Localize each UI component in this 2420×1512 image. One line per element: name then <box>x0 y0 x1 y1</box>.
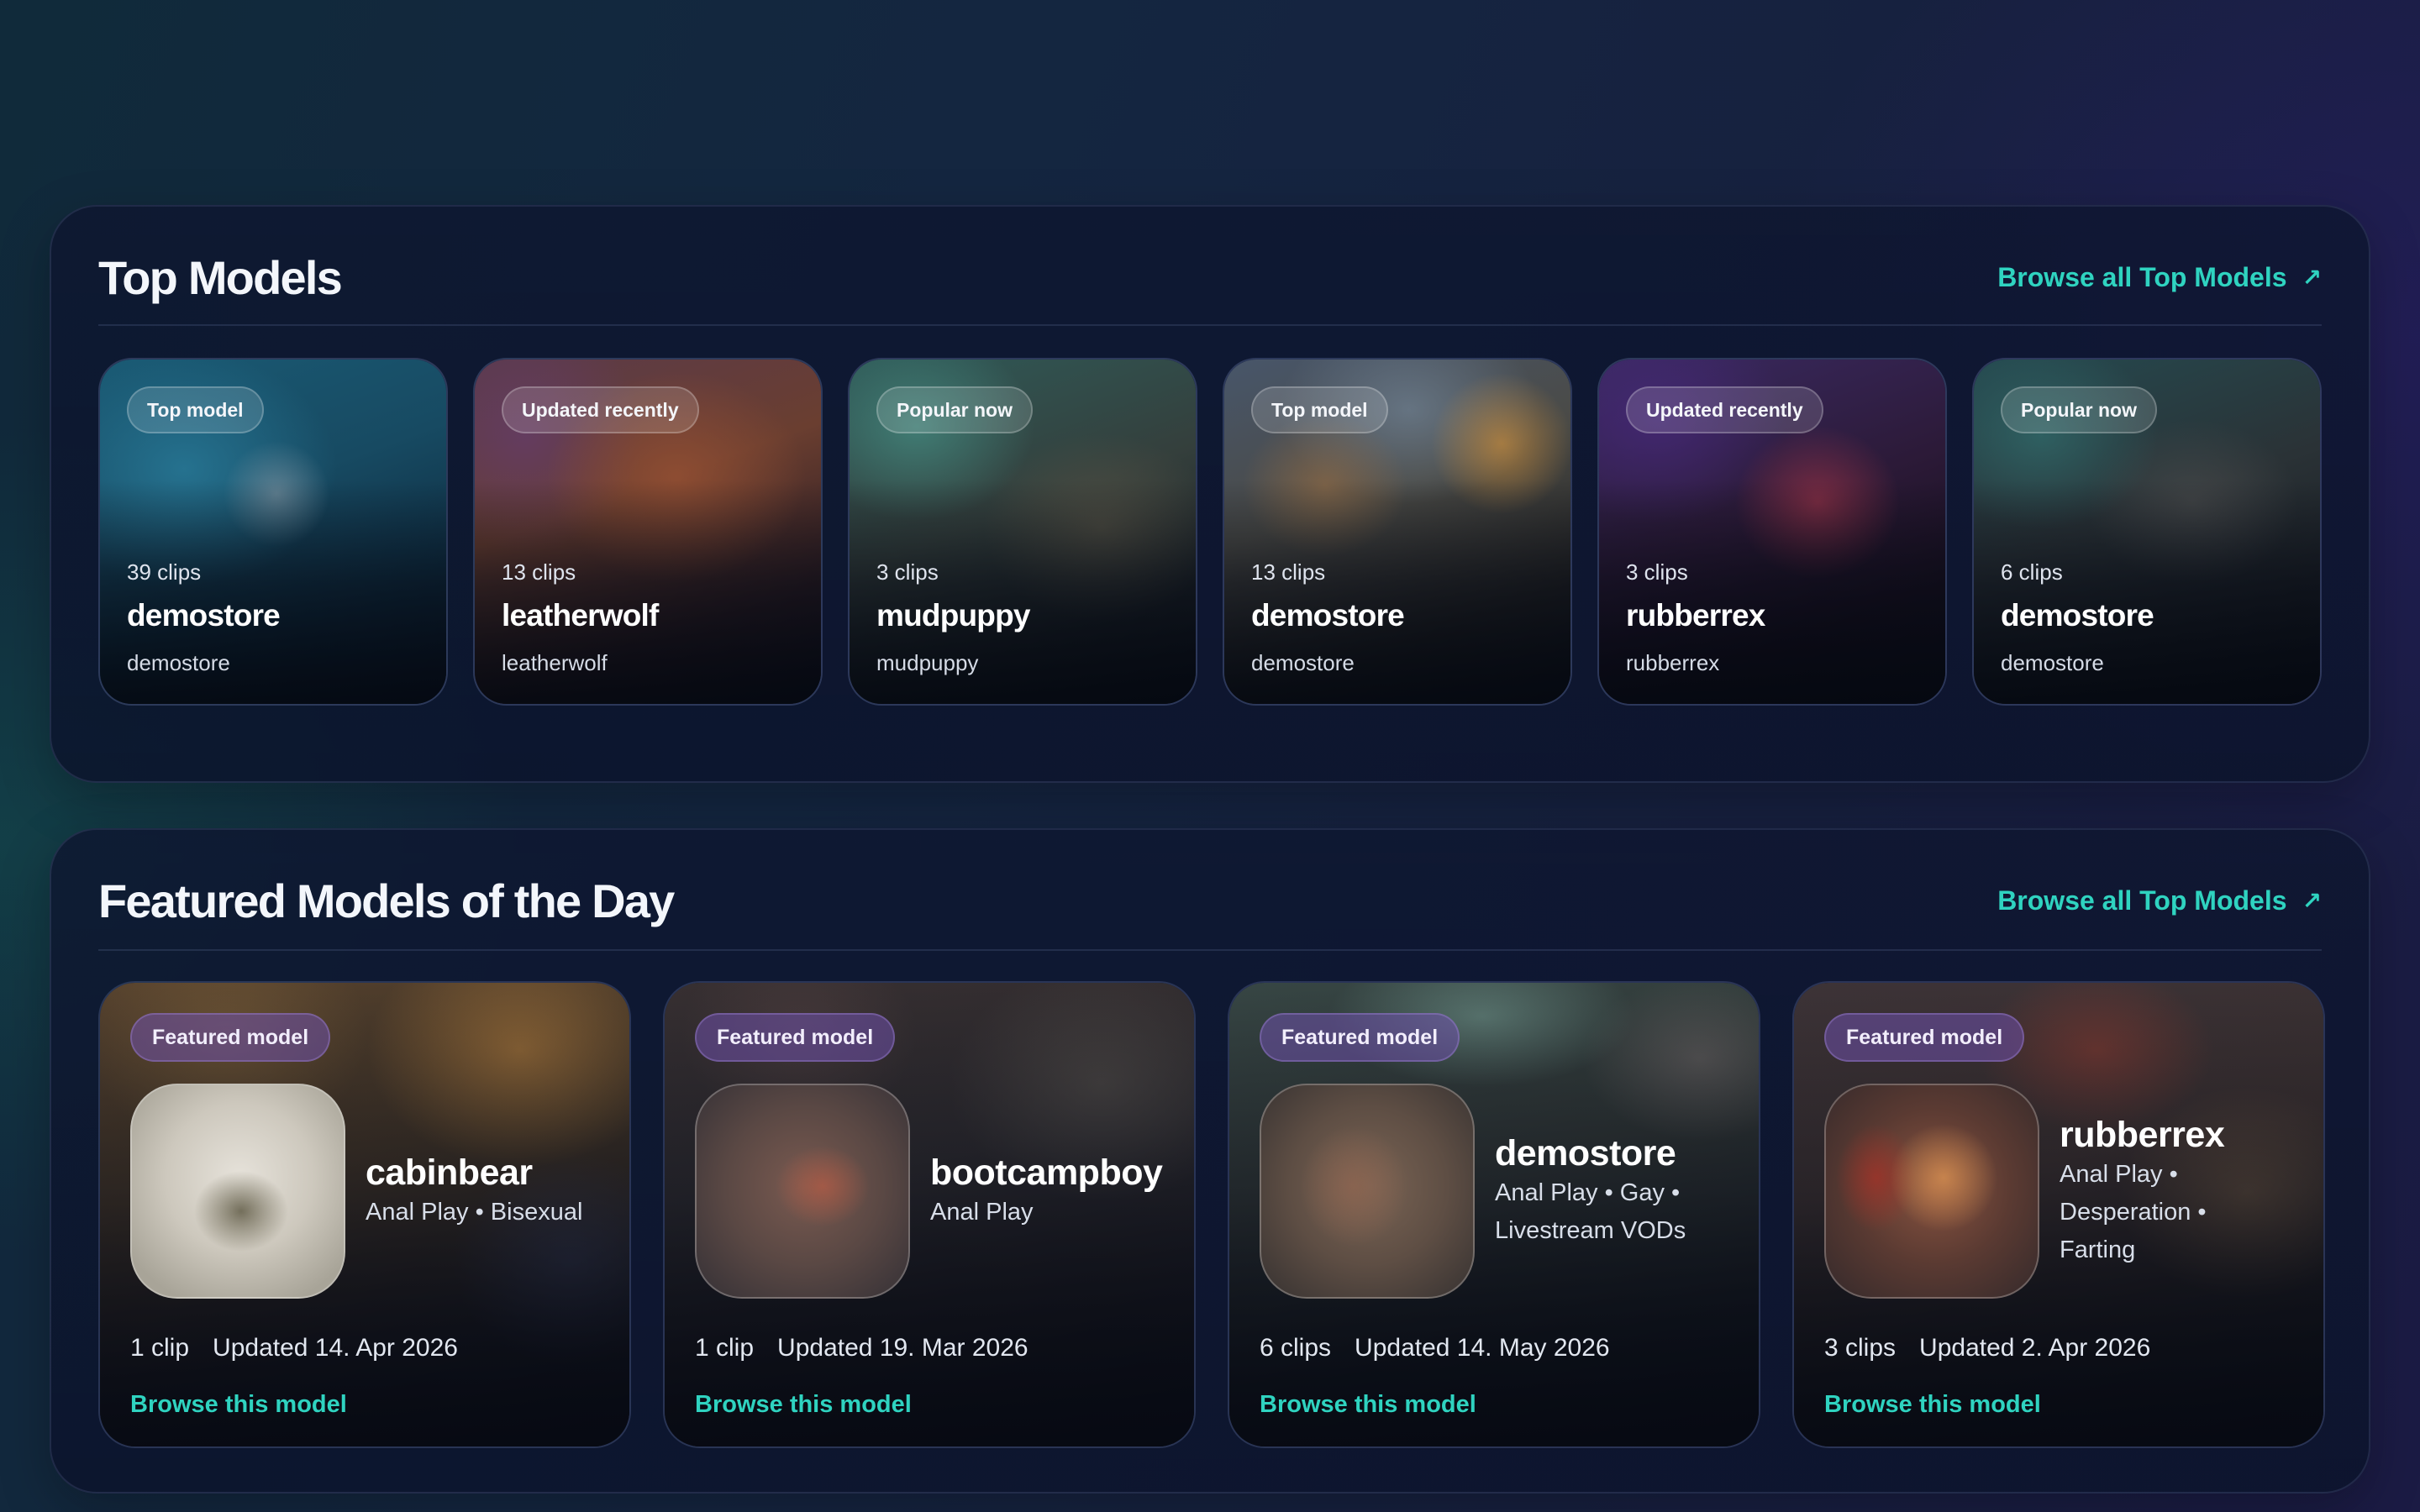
model-name: rubberrex <box>1626 598 1765 633</box>
model-name: demostore <box>1251 598 1405 633</box>
featured-tag: Featured model <box>695 1013 896 1062</box>
featured-tag: Featured model <box>1260 1013 1460 1062</box>
model-card[interactable]: Top model 13 clips demostore demostore <box>1223 358 1572 706</box>
model-handle: rubberrex <box>1626 650 1720 675</box>
browse-this-model-link[interactable]: Browse this model <box>130 1391 347 1419</box>
card-tag: Updated recently <box>502 386 699 433</box>
model-card[interactable]: Updated recently 13 clips leatherwolf le… <box>473 358 823 706</box>
model-name: demostore <box>127 598 281 633</box>
model-card[interactable]: Popular now 3 clips mudpuppy mudpuppy <box>848 358 1197 706</box>
featured-tag: Featured model <box>1824 1013 2025 1062</box>
clip-count: 39 clips <box>127 559 202 585</box>
browse-this-model-link[interactable]: Browse this model <box>695 1391 912 1419</box>
browse-all-label: Browse all Top Models <box>1997 885 2287 916</box>
model-categories: Anal Play • Gay • Livestream VODs <box>1495 1179 1686 1244</box>
card-tag: Top model <box>1251 386 1388 433</box>
clip-count: 1 clip <box>130 1334 190 1362</box>
model-categories: Anal Play • Bisexual <box>366 1198 583 1226</box>
clip-count: 3 clips <box>1626 559 1688 585</box>
model-name: mudpuppy <box>876 598 1030 633</box>
card-tag: Updated recently <box>1626 386 1823 433</box>
updated-date: Updated 2. Apr 2026 <box>1919 1334 2151 1362</box>
model-handle: mudpuppy <box>876 650 979 675</box>
arrow-up-right-icon: ↗ <box>2302 264 2322 291</box>
clip-count: 13 clips <box>502 559 576 585</box>
clip-count: 13 clips <box>1251 559 1326 585</box>
model-handle: demostore <box>2001 650 2104 675</box>
featured-models-section: Featured Models of the Day Browse all To… <box>50 828 2370 1494</box>
featured-tag: Featured model <box>130 1013 331 1062</box>
updated-date: Updated 19. Mar 2026 <box>777 1334 1028 1362</box>
arrow-up-right-icon: ↗ <box>2302 887 2322 914</box>
top-models-section: Top Models Browse all Top Models ↗ Top m… <box>50 205 2370 783</box>
updated-date: Updated 14. May 2026 <box>1355 1334 1610 1362</box>
model-card[interactable]: Updated recently 3 clips rubberrex rubbe… <box>1597 358 1947 706</box>
browse-all-top-models-link[interactable]: Browse all Top Models ↗ <box>1997 262 2322 293</box>
browse-this-model-link[interactable]: Browse this model <box>1260 1391 1476 1419</box>
avatar <box>1824 1084 2039 1299</box>
top-models-title: Top Models <box>98 251 343 304</box>
avatar <box>1260 1084 1475 1299</box>
browse-this-model-link[interactable]: Browse this model <box>1824 1391 2041 1419</box>
model-categories: Anal Play • Desperation • Farting <box>2060 1160 2207 1263</box>
top-models-header: Top Models Browse all Top Models ↗ <box>98 207 2322 326</box>
model-name: demostore <box>2001 598 2154 633</box>
model-name: bootcampboy <box>930 1152 1163 1193</box>
clip-count: 6 clips <box>2001 559 2063 585</box>
model-handle: leatherwolf <box>502 650 608 675</box>
clip-count: 3 clips <box>876 559 939 585</box>
model-card[interactable]: Top model 39 clips demostore demostore <box>98 358 448 706</box>
model-name: rubberrex <box>2060 1114 2225 1155</box>
card-tag: Popular now <box>876 386 1033 433</box>
model-card[interactable]: Popular now 6 clips demostore demostore <box>1972 358 2322 706</box>
model-categories: Anal Play <box>930 1198 1034 1226</box>
featured-model-card[interactable]: Featured model cabinbear Anal Play • Bis… <box>98 981 631 1448</box>
model-name: cabinbear <box>366 1152 533 1193</box>
featured-model-card[interactable]: Featured model bootcampboy Anal Play 1 c… <box>663 981 1196 1448</box>
featured-models-title: Featured Models of the Day <box>98 874 675 927</box>
avatar <box>130 1084 345 1299</box>
featured-models-list: Featured model cabinbear Anal Play • Bis… <box>98 981 2325 1448</box>
model-name: demostore <box>1495 1133 1676 1173</box>
model-handle: demostore <box>127 650 230 675</box>
featured-models-header: Featured Models of the Day Browse all To… <box>98 830 2322 951</box>
clip-count: 6 clips <box>1260 1334 1332 1362</box>
model-name: leatherwolf <box>502 598 659 633</box>
clip-count: 1 clip <box>695 1334 755 1362</box>
clip-count: 3 clips <box>1824 1334 1897 1362</box>
card-tag: Popular now <box>2001 386 2157 433</box>
avatar <box>695 1084 910 1299</box>
featured-model-card[interactable]: Featured model rubberrex Anal Play • Des… <box>1792 981 2325 1448</box>
browse-all-top-models-link[interactable]: Browse all Top Models ↗ <box>1997 885 2322 916</box>
updated-date: Updated 14. Apr 2026 <box>213 1334 458 1362</box>
browse-all-label: Browse all Top Models <box>1997 262 2287 292</box>
top-models-list: Top model 39 clips demostore demostore U… <box>98 358 2322 706</box>
featured-model-card[interactable]: Featured model demostore Anal Play • Gay… <box>1228 981 1760 1448</box>
card-tag: Top model <box>127 386 264 433</box>
model-handle: demostore <box>1251 650 1355 675</box>
